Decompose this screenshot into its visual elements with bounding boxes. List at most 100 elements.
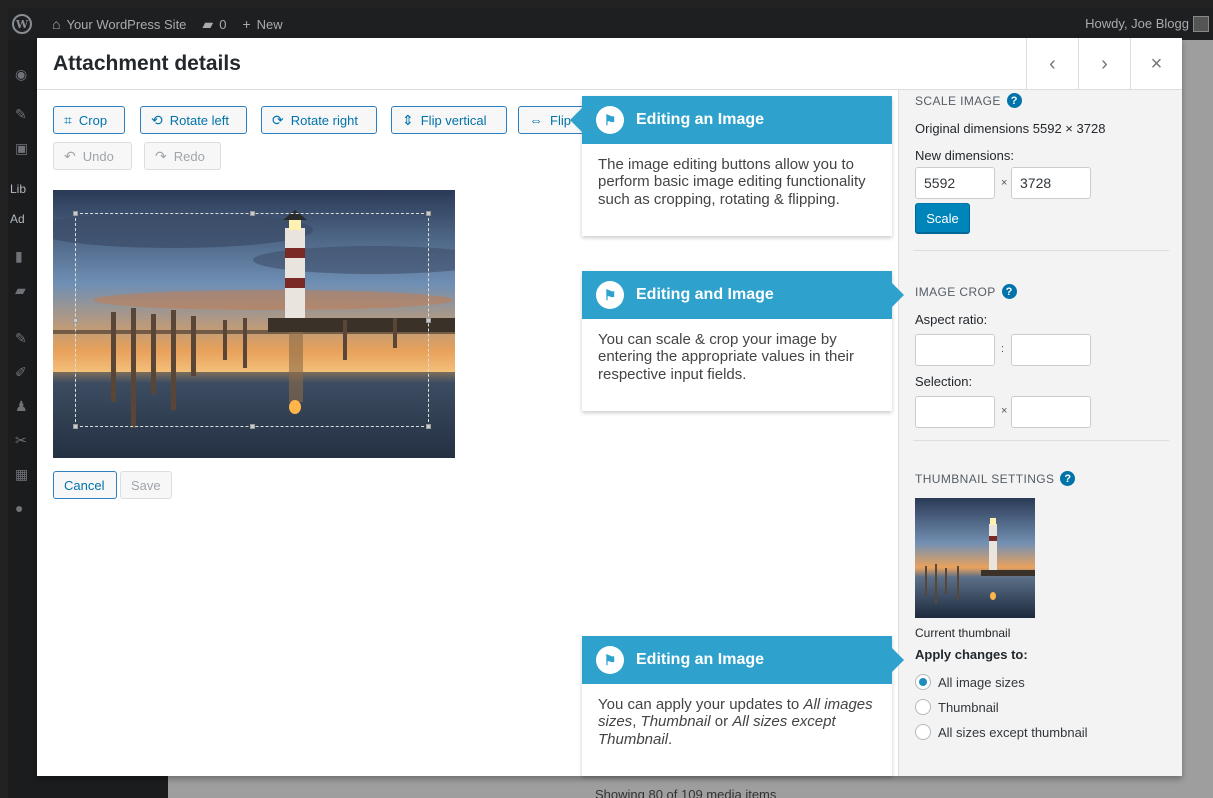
image-crop-heading: IMAGE CROP? xyxy=(915,284,1017,299)
comments-link[interactable]: ▰ 0 xyxy=(202,16,226,33)
scale-image-heading: SCALE IMAGE? xyxy=(915,93,1022,108)
sidebar-item-add-new[interactable]: Ad xyxy=(10,212,25,226)
flip-horizontal-icon: ⇔ xyxy=(529,112,543,128)
site-name-link[interactable]: ⌂ Your WordPress Site xyxy=(52,16,186,32)
rotate-right-button[interactable]: ⟳ Rotate right xyxy=(261,106,377,134)
close-icon: × xyxy=(1150,52,1163,75)
scale-width-input[interactable]: 5592 xyxy=(915,167,995,199)
pointer-header: ⚑ Editing and Image xyxy=(582,271,892,319)
crop-icon: ⌗ xyxy=(64,111,72,128)
radio-button[interactable] xyxy=(915,724,931,740)
users-icon[interactable]: ♟ xyxy=(15,398,28,415)
image-crop-heading-text: IMAGE CROP xyxy=(915,284,996,299)
cancel-label: Cancel xyxy=(64,477,105,493)
pointer-arrow xyxy=(570,108,582,132)
next-button[interactable]: › xyxy=(1078,38,1130,90)
settings-icon[interactable]: ▦ xyxy=(15,466,28,483)
plugins-icon[interactable]: ✐ xyxy=(15,364,27,381)
rotate-right-label: Rotate right xyxy=(290,112,358,128)
close-button[interactable]: × xyxy=(1130,38,1182,90)
rotate-left-icon: ⟲ xyxy=(151,111,163,128)
dashboard-icon[interactable]: ◉ xyxy=(15,66,27,83)
save-label: Save xyxy=(131,477,161,493)
pointer-arrow xyxy=(892,283,904,307)
flag-icon: ⚑ xyxy=(596,281,624,309)
selection-height-input[interactable] xyxy=(1011,396,1091,428)
crop-handle[interactable] xyxy=(250,211,255,216)
radio-all-sizes-except-thumbnail[interactable]: All sizes except thumbnail xyxy=(915,724,1088,740)
page-title: Attachment details xyxy=(53,52,241,75)
radio-all-image-sizes[interactable]: All image sizes xyxy=(915,674,1025,690)
crop-handle[interactable] xyxy=(73,318,78,323)
scale-height-input[interactable]: 3728 xyxy=(1011,167,1091,199)
save-button[interactable]: Save xyxy=(120,471,172,499)
comment-icon: ▰ xyxy=(202,15,214,32)
admin-bar: W ⌂ Your WordPress Site ▰ 0 + New Howdy,… xyxy=(8,8,1213,40)
radio-thumbnail[interactable]: Thumbnail xyxy=(915,699,999,715)
redo-icon: ↷ xyxy=(155,147,167,164)
undo-icon: ↶ xyxy=(64,147,76,164)
media-icon[interactable]: ▣ xyxy=(15,140,28,157)
home-icon: ⌂ xyxy=(52,16,61,32)
pointer-body: You can apply your updates to All images… xyxy=(582,684,892,760)
new-label: New xyxy=(256,16,283,32)
flag-icon: ⚑ xyxy=(596,106,624,134)
crop-handle[interactable] xyxy=(250,424,255,429)
pointer-body: The image editing buttons allow you to p… xyxy=(598,156,866,208)
comments-icon[interactable]: ▰ xyxy=(15,282,26,299)
selection-width-input[interactable] xyxy=(915,396,995,428)
crop-handle[interactable] xyxy=(426,318,431,323)
help-icon[interactable]: ? xyxy=(1006,93,1022,108)
avatar[interactable] xyxy=(1193,16,1209,32)
collapse-icon[interactable]: ● xyxy=(15,500,23,516)
pointer-title: Editing an Image xyxy=(636,111,765,128)
crop-selection[interactable] xyxy=(73,211,431,429)
wordpress-logo-icon[interactable]: W xyxy=(12,14,32,34)
divider xyxy=(913,250,1169,251)
pointer-header: ⚑ Editing an Image xyxy=(582,636,892,684)
cancel-button[interactable]: Cancel xyxy=(53,471,117,499)
pin-icon[interactable]: ✎ xyxy=(15,106,27,123)
radio-button[interactable] xyxy=(915,674,931,690)
radio-button[interactable] xyxy=(915,699,931,715)
pointer-title: Editing and Image xyxy=(636,286,774,303)
crop-handle[interactable] xyxy=(426,424,431,429)
redo-button[interactable]: ↷ Redo xyxy=(144,142,221,170)
sidebar-item-library[interactable]: Lib xyxy=(10,182,26,196)
rotate-left-label: Rotate left xyxy=(169,112,229,128)
previous-button[interactable]: ‹ xyxy=(1026,38,1078,90)
current-thumbnail-image xyxy=(915,498,1035,618)
crop-handle[interactable] xyxy=(426,211,431,216)
flip-vertical-icon: ⇕ xyxy=(402,111,414,128)
howdy-user-link[interactable]: Howdy, Joe Blogg xyxy=(1085,16,1189,31)
chevron-left-icon: ‹ xyxy=(1049,52,1056,75)
rotate-left-button[interactable]: ⟲ Rotate left xyxy=(140,106,247,134)
media-count-text: Showing 80 of 109 media items xyxy=(595,787,777,798)
flip-vertical-button[interactable]: ⇕ Flip vertical xyxy=(391,106,507,134)
tour-pointer-scale-crop: ⚑ Editing and Image You can scale & crop… xyxy=(582,271,904,411)
radio-label: Thumbnail xyxy=(938,699,999,715)
help-icon[interactable]: ? xyxy=(1060,471,1076,486)
image-preview[interactable] xyxy=(53,190,455,458)
help-icon[interactable]: ? xyxy=(1001,284,1017,299)
scale-button[interactable]: Scale xyxy=(915,203,970,233)
original-dimensions: Original dimensions 5592 × 3728 xyxy=(915,121,1106,136)
pages-icon[interactable]: ▮ xyxy=(15,248,23,265)
aspect-ratio-height-input[interactable] xyxy=(1011,334,1091,366)
crop-button[interactable]: ⌗ Crop xyxy=(53,106,125,134)
image-settings-sidebar: SCALE IMAGE? Original dimensions 5592 × … xyxy=(898,90,1182,776)
thumbnail-settings-heading-text: THUMBNAIL SETTINGS xyxy=(915,471,1055,486)
scale-image-heading-text: SCALE IMAGE xyxy=(915,93,1001,108)
apply-changes-label: Apply changes to: xyxy=(915,647,1028,662)
crop-handle[interactable] xyxy=(73,424,78,429)
appearance-icon[interactable]: ✎ xyxy=(15,330,27,347)
scale-label: Scale xyxy=(926,210,959,226)
undo-button[interactable]: ↶ Undo xyxy=(53,142,132,170)
thumbnail-settings-heading: THUMBNAIL SETTINGS? xyxy=(915,471,1076,486)
aspect-ratio-width-input[interactable] xyxy=(915,334,995,366)
menu-footer xyxy=(38,774,168,798)
crop-handle[interactable] xyxy=(73,211,78,216)
modal-header: Attachment details ‹ › × xyxy=(37,38,1182,90)
new-content-link[interactable]: + New xyxy=(242,16,282,32)
tools-icon[interactable]: ✂ xyxy=(15,432,27,449)
